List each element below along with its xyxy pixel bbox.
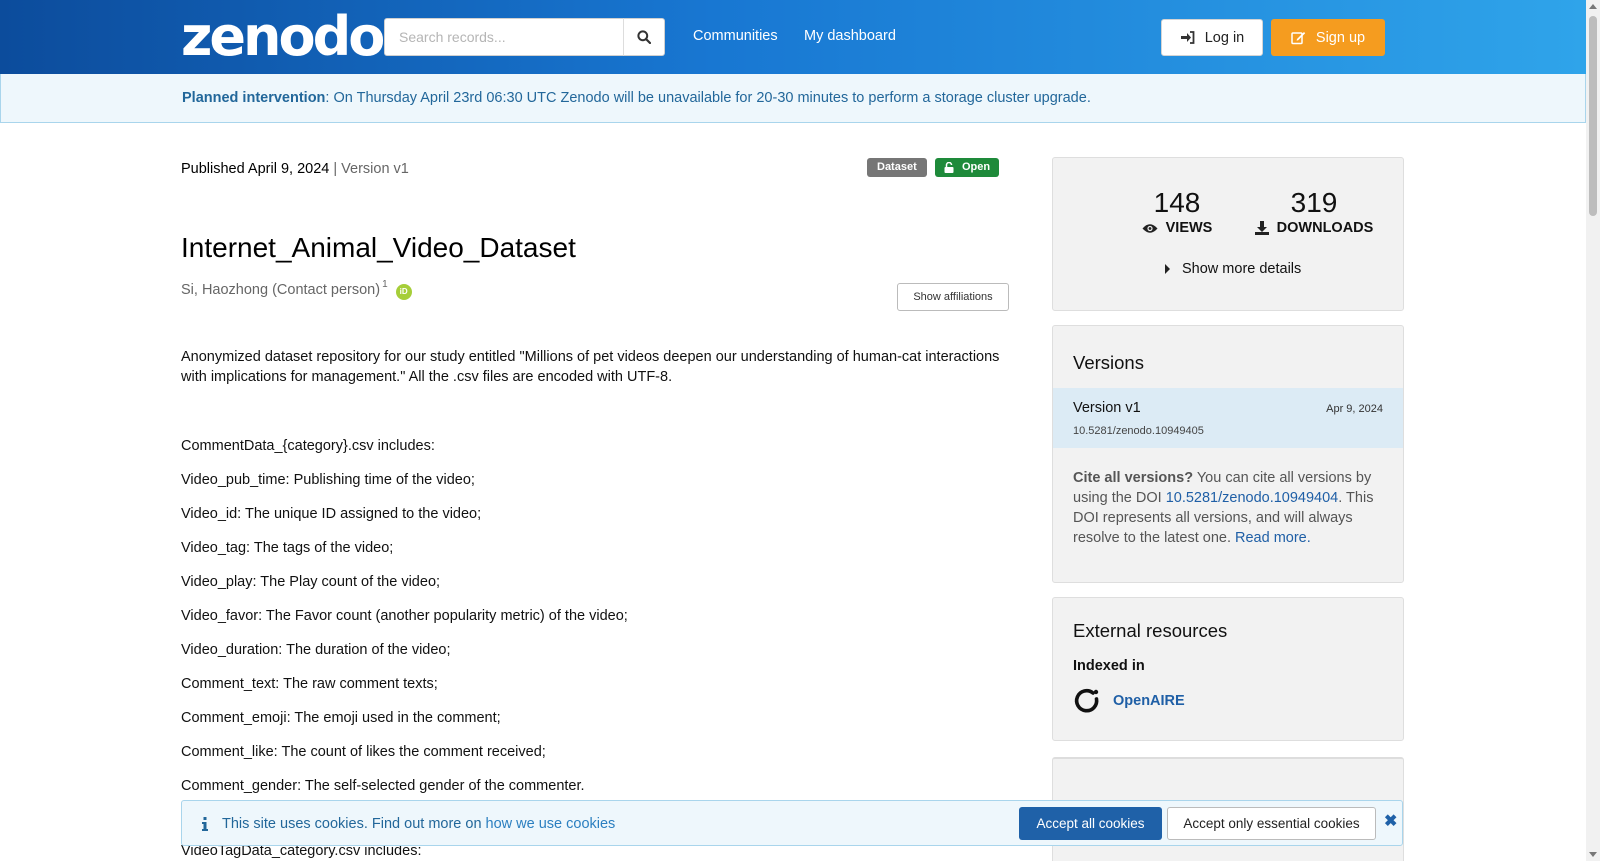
nav-communities[interactable]: Communities	[693, 28, 778, 44]
published-date: Published April 9, 2024	[181, 161, 330, 177]
downloads-count: 319	[1290, 187, 1338, 218]
signup-button[interactable]: Sign up	[1271, 19, 1385, 56]
search-input[interactable]	[385, 19, 623, 55]
accept-all-cookies-button[interactable]: Accept all cookies	[1019, 807, 1162, 840]
read-more-link[interactable]: Read more.	[1235, 530, 1311, 546]
list-item: Video_favor: The Favor count (another po…	[181, 608, 628, 624]
downloads-stat: 319 DOWNLOADS	[1239, 188, 1389, 236]
banner-text: : On Thursday April 23rd 06:30 UTC Zenod…	[325, 90, 1091, 106]
cookie-text: This site uses cookies. Find out more on	[222, 816, 486, 832]
top-navbar: zenodo Communities My dashboard Log in S…	[0, 0, 1586, 74]
scroll-thumb[interactable]	[1589, 16, 1597, 216]
cookie-policy-link[interactable]: how we use cookies	[486, 816, 616, 832]
field-description-list: CommentData_{category}.csv includes: Vid…	[181, 436, 628, 810]
list-item: Comment_like: The count of likes the com…	[181, 744, 546, 760]
banner-title: Planned intervention	[182, 90, 326, 106]
openaire-logo-icon	[1074, 688, 1099, 713]
versions-panel: Versions Version v1 Apr 9, 2024 10.5281/…	[1052, 325, 1404, 583]
access-badge: Open	[935, 158, 1000, 177]
external-resources-heading: External resources	[1073, 620, 1228, 641]
caret-right-icon	[1165, 264, 1170, 274]
login-label: Log in	[1204, 29, 1245, 46]
cookie-message: This site uses cookies. Find out more on…	[222, 816, 615, 832]
info-icon	[202, 817, 208, 831]
indexed-in-label: Indexed in	[1073, 658, 1145, 674]
download-icon	[1254, 221, 1269, 235]
search-button[interactable]	[623, 18, 665, 56]
list-item: Video_tag: The tags of the video;	[181, 540, 394, 556]
concept-doi-link[interactable]: 10.5281/zenodo.10949404	[1166, 490, 1339, 506]
cite-bold: Cite all versions?	[1073, 470, 1194, 486]
nav-my-dashboard[interactable]: My dashboard	[804, 28, 896, 44]
record-title: Internet_Animal_Video_Dataset	[181, 232, 576, 263]
access-label: Open	[962, 161, 991, 173]
scroll-up-icon[interactable]	[1589, 4, 1597, 9]
login-button[interactable]: Log in	[1161, 19, 1263, 56]
show-affiliations-button[interactable]: Show affiliations	[897, 283, 1009, 311]
version-item[interactable]: Version v1 Apr 9, 2024 10.5281/zenodo.10…	[1053, 388, 1403, 448]
list-item: Comment_emoji: The emoji used in the com…	[181, 710, 501, 726]
resource-type-badge: Dataset	[867, 158, 927, 177]
sign-in-icon	[1180, 31, 1195, 44]
eye-icon	[1142, 223, 1158, 233]
views-count: 148	[1153, 187, 1201, 218]
publication-info: Published April 9, 2024 | Version v1	[181, 161, 409, 177]
cookie-banner: This site uses cookies. Find out more on…	[181, 800, 1403, 846]
creator-line: Si, Haozhong (Contact person) 1 iD	[181, 279, 412, 300]
signup-label: Sign up	[1315, 29, 1366, 46]
downloads-label: DOWNLOADS	[1276, 220, 1374, 236]
maintenance-banner: Planned intervention: On Thursday April …	[0, 74, 1586, 123]
list-item: Video_duration: The duration of the vide…	[181, 642, 451, 658]
show-more-details-toggle[interactable]: Show more details	[1165, 261, 1301, 277]
list-item: Video_pub_time: Publishing time of the v…	[181, 472, 475, 488]
search-box	[384, 18, 624, 56]
zenodo-logo[interactable]: zenodo	[181, 6, 385, 68]
openaire-label: OpenAIRE	[1113, 693, 1185, 709]
page-scrollbar[interactable]	[1586, 0, 1600, 861]
affiliation-marker: 1	[382, 279, 388, 290]
search-icon	[637, 30, 651, 44]
list-item: Video_play: The Play count of the video;	[181, 574, 441, 590]
versions-heading: Versions	[1073, 352, 1144, 373]
list-item: Comment_text: The raw comment texts;	[181, 676, 438, 692]
creator-name[interactable]: Si, Haozhong (Contact person)	[181, 282, 380, 298]
external-resources-panel: External resources Indexed in OpenAIRE	[1052, 597, 1404, 741]
views-label: VIEWS	[1165, 220, 1213, 236]
show-more-label: Show more details	[1182, 261, 1302, 277]
list-item: Video_id: The unique ID assigned to the …	[181, 506, 482, 522]
version-doi: 10.5281/zenodo.10949405	[1073, 425, 1204, 437]
version-label: | Version v1	[333, 161, 409, 177]
scroll-down-icon[interactable]	[1589, 852, 1597, 857]
cite-all-versions: Cite all versions? You can cite all vers…	[1073, 468, 1388, 548]
views-stat: 148 VIEWS	[1117, 188, 1237, 236]
close-icon[interactable]: ✖	[1384, 811, 1397, 831]
version-name: Version v1	[1073, 400, 1141, 416]
openaire-link[interactable]: OpenAIRE	[1073, 687, 1185, 715]
version-date: Apr 9, 2024	[1326, 403, 1383, 415]
orcid-icon[interactable]: iD	[395, 284, 412, 300]
unlock-icon	[944, 162, 954, 173]
accept-essential-cookies-button[interactable]: Accept only essential cookies	[1167, 807, 1376, 840]
record-description: Anonymized dataset repository for our st…	[181, 349, 1000, 385]
edit-icon	[1291, 32, 1306, 45]
list-item: CommentData_{category}.csv includes:	[181, 438, 435, 454]
stats-panel: 148 VIEWS 319 DOWNLOADS Show more detail…	[1052, 157, 1404, 311]
